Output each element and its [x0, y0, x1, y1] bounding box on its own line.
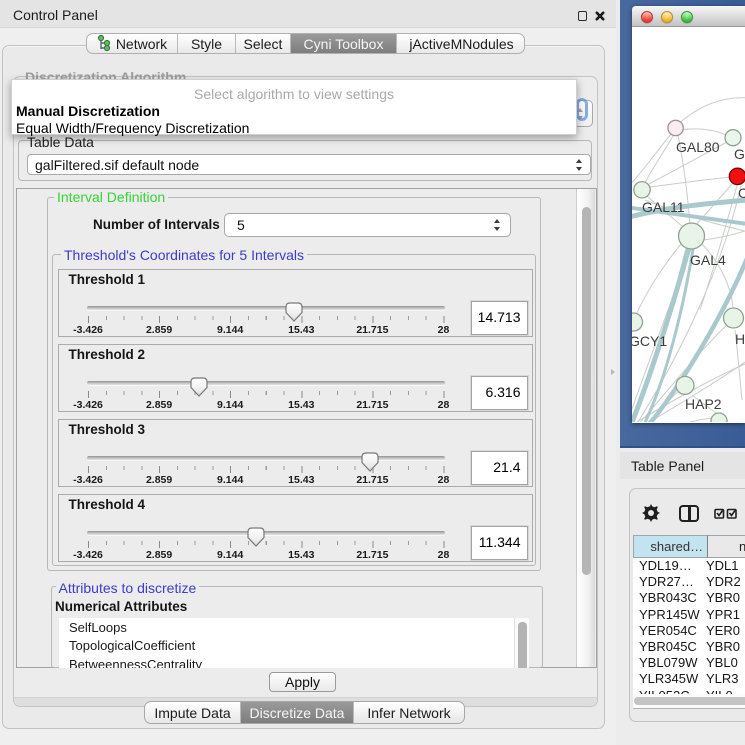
svg-text:GA: GA: [734, 146, 745, 162]
svg-text:GAL80: GAL80: [676, 139, 720, 155]
svg-text:HAP2: HAP2: [685, 396, 722, 412]
svg-text:GCY1: GCY1: [632, 333, 667, 349]
svg-text:C: C: [738, 185, 745, 201]
svg-text:GAL4: GAL4: [690, 252, 726, 268]
svg-text:H: H: [735, 331, 745, 347]
svg-text:GAL11: GAL11: [642, 199, 685, 215]
